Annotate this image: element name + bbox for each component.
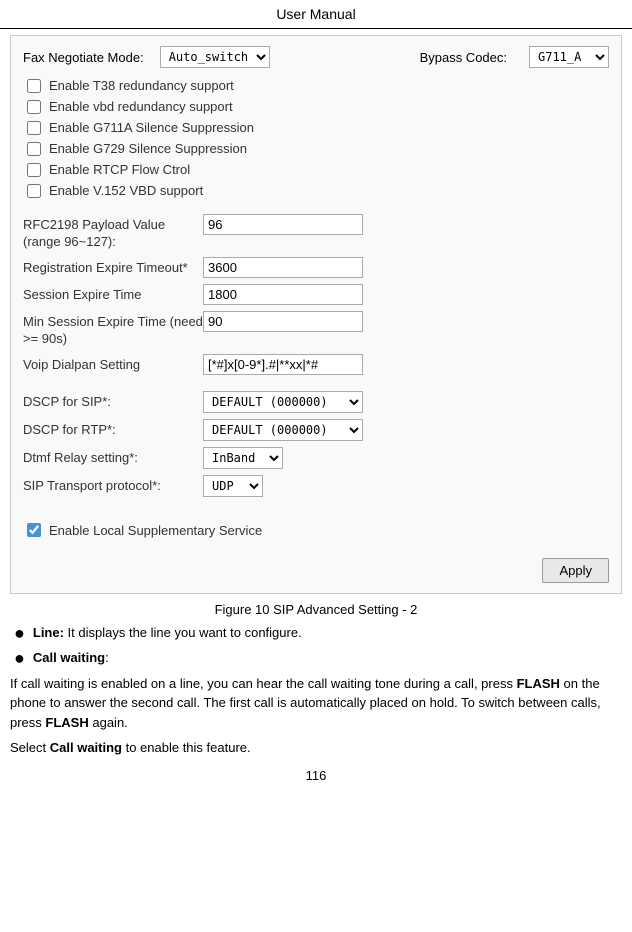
checkbox-g729: Enable G729 Silence Suppression — [23, 141, 609, 156]
bypass-codec-label: Bypass Codec: — [420, 50, 507, 65]
min-session-expire-row: Min Session Expire Time (need >= 90s) — [23, 311, 609, 348]
dtmf-row: Dtmf Relay setting*: InBand — [23, 447, 609, 469]
bullet-line-body: It displays the line you want to configu… — [64, 625, 302, 640]
rtcp-label: Enable RTCP Flow Ctrol — [49, 162, 190, 177]
apply-row: Apply — [23, 552, 609, 583]
dscp-sip-label: DSCP for SIP*: — [23, 394, 203, 409]
bullet-line-term: Line: — [33, 625, 64, 640]
sip-transport-row: SIP Transport protocol*: UDP — [23, 475, 609, 497]
dscp-sip-select[interactable]: DEFAULT (000000) — [203, 391, 363, 413]
bypass-codec-select[interactable]: G711_A — [529, 46, 609, 68]
reg-expire-label: Registration Expire Timeout* — [23, 257, 203, 277]
bullet-callwaiting: ● Call waiting: — [14, 648, 622, 670]
dtmf-select[interactable]: InBand — [203, 447, 283, 469]
g711a-checkbox[interactable] — [27, 121, 41, 135]
fax-negotiate-select[interactable]: Auto_switch — [160, 46, 270, 68]
voip-dialpan-row: Voip Dialpan Setting — [23, 354, 609, 375]
t38-label: Enable T38 redundancy support — [49, 78, 234, 93]
checkbox-g711a: Enable G711A Silence Suppression — [23, 120, 609, 135]
checkbox-v152: Enable V.152 VBD support — [23, 183, 609, 198]
g711a-label: Enable G711A Silence Suppression — [49, 120, 254, 135]
bullet-callwaiting-text: Call waiting: — [33, 648, 109, 668]
sip-transport-label: SIP Transport protocol*: — [23, 478, 203, 493]
reg-expire-input[interactable] — [203, 257, 363, 278]
t38-checkbox[interactable] — [27, 79, 41, 93]
checkbox-t38: Enable T38 redundancy support — [23, 78, 609, 93]
dscp-rtp-label: DSCP for RTP*: — [23, 422, 203, 437]
local-supplementary-checkbox[interactable] — [27, 523, 41, 537]
v152-label: Enable V.152 VBD support — [49, 183, 203, 198]
bullet-callwaiting-colon: : — [105, 650, 109, 665]
session-expire-input[interactable] — [203, 284, 363, 305]
dscp-rtp-select[interactable]: DEFAULT (000000) — [203, 419, 363, 441]
checkbox-vbd: Enable vbd redundancy support — [23, 99, 609, 114]
dscp-rtp-row: DSCP for RTP*: DEFAULT (000000) — [23, 419, 609, 441]
vbd-label: Enable vbd redundancy support — [49, 99, 233, 114]
page-number: 116 — [0, 768, 632, 783]
call-waiting-bold: Call waiting — [50, 740, 122, 755]
min-session-expire-input[interactable] — [203, 311, 363, 332]
bullet-line-text: Line: It displays the line you want to c… — [33, 623, 302, 643]
bullet-dot-line: ● — [14, 623, 25, 645]
rfc2198-label: RFC2198 Payload Value (range 96~127): — [23, 214, 203, 251]
bullet-callwaiting-term: Call waiting — [33, 650, 105, 665]
fax-negotiate-label: Fax Negotiate Mode: — [23, 50, 144, 65]
v152-checkbox[interactable] — [27, 184, 41, 198]
rtcp-checkbox[interactable] — [27, 163, 41, 177]
checkbox-rtcp: Enable RTCP Flow Ctrol — [23, 162, 609, 177]
rfc2198-row: RFC2198 Payload Value (range 96~127): — [23, 214, 609, 251]
voip-dialpan-input[interactable] — [203, 354, 363, 375]
bullet-dot-callwaiting: ● — [14, 648, 25, 670]
content-panel: Fax Negotiate Mode: Auto_switch Bypass C… — [10, 35, 622, 594]
body-text-select: Select Call waiting to enable this featu… — [10, 738, 622, 758]
voip-dialpan-label: Voip Dialpan Setting — [23, 354, 203, 374]
g729-checkbox[interactable] — [27, 142, 41, 156]
reg-expire-row: Registration Expire Timeout* — [23, 257, 609, 278]
dtmf-label: Dtmf Relay setting*: — [23, 450, 203, 465]
apply-button[interactable]: Apply — [542, 558, 609, 583]
rfc2198-input[interactable] — [203, 214, 363, 235]
local-supplementary-row: Enable Local Supplementary Service — [23, 523, 609, 538]
sip-transport-select[interactable]: UDP — [203, 475, 263, 497]
page-title: User Manual — [0, 0, 632, 29]
body-text-callwaiting: If call waiting is enabled on a line, yo… — [10, 674, 622, 733]
flash-bold-2: FLASH — [45, 715, 88, 730]
dscp-sip-row: DSCP for SIP*: DEFAULT (000000) — [23, 391, 609, 413]
bullet-line: ● Line: It displays the line you want to… — [14, 623, 622, 645]
figure-caption: Figure 10 SIP Advanced Setting - 2 — [10, 602, 622, 617]
session-expire-label: Session Expire Time — [23, 284, 203, 304]
vbd-checkbox[interactable] — [27, 100, 41, 114]
fax-negotiate-row: Fax Negotiate Mode: Auto_switch Bypass C… — [23, 46, 609, 68]
session-expire-row: Session Expire Time — [23, 284, 609, 305]
flash-bold-1: FLASH — [517, 676, 560, 691]
local-supplementary-label: Enable Local Supplementary Service — [49, 523, 262, 538]
g729-label: Enable G729 Silence Suppression — [49, 141, 247, 156]
min-session-expire-label: Min Session Expire Time (need >= 90s) — [23, 311, 203, 348]
